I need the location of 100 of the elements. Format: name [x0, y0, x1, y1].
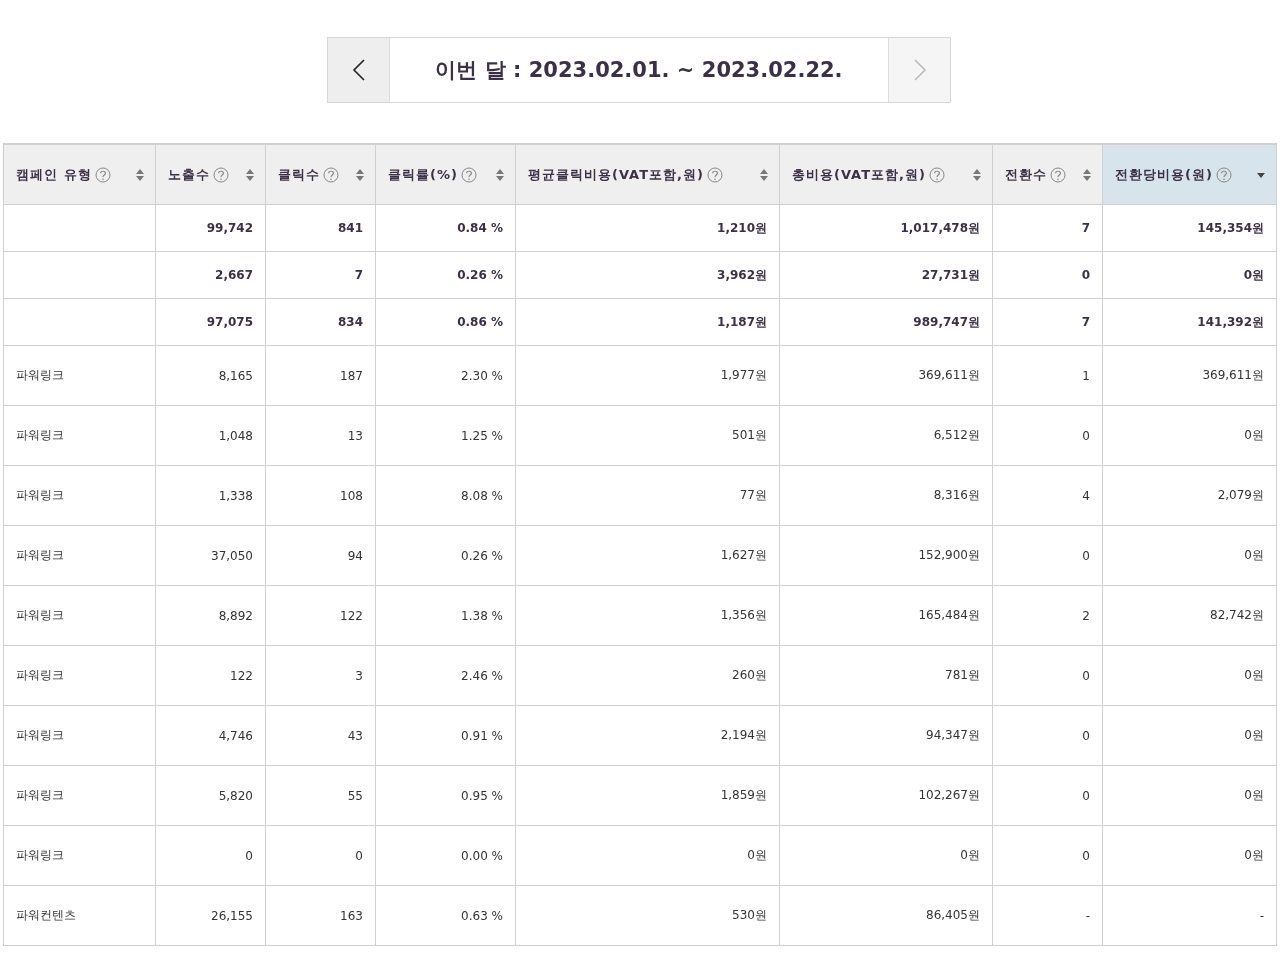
table-cell: 2,079원 — [1217, 488, 1264, 502]
table-cell: 0.26 % — [457, 268, 503, 282]
column-title: 평균클릭비용(VAT포함,원) — [528, 165, 704, 184]
table-cell: 163 — [340, 908, 363, 923]
table-cell: 0원 — [1244, 788, 1264, 802]
table-cell: 27,731원 — [921, 267, 980, 282]
sort-icon[interactable] — [135, 167, 145, 182]
table-cell: 122 — [230, 668, 253, 683]
column-title: 노출수 — [168, 165, 210, 184]
sort-icon[interactable] — [759, 167, 769, 182]
table-cell: 141,392원 — [1197, 314, 1264, 329]
table-cell: 187 — [340, 368, 363, 383]
column-header[interactable]: 전환당비용(원) — [1102, 144, 1277, 205]
table-cell: 0원 — [960, 848, 980, 862]
table-cell: 0.26 % — [461, 548, 503, 563]
table-cell: 43 — [347, 728, 363, 743]
table-cell: 152,900원 — [918, 548, 980, 562]
table-cell: 0.00 % — [461, 848, 503, 863]
table-cell: 260원 — [732, 668, 767, 682]
table-cell: 369,611원 — [918, 368, 980, 382]
table-cell: 1,977원 — [720, 368, 767, 382]
sort-icon[interactable] — [495, 167, 505, 182]
table-cell: 0원 — [1243, 267, 1264, 282]
table-cell: 1.38 % — [461, 608, 503, 623]
table-cell: 841 — [337, 221, 363, 235]
table-cell: 2,667 — [215, 268, 253, 282]
table-cell: 파워컨텐츠 — [16, 908, 76, 922]
table-cell: - — [1259, 908, 1264, 923]
column-title: 전환수 — [1005, 165, 1047, 184]
table-cell: 0 — [1081, 268, 1090, 282]
column-title: 전환당비용(원) — [1115, 165, 1213, 184]
table-cell: 파워링크 — [16, 608, 64, 622]
help-icon[interactable] — [460, 166, 477, 183]
table-cell: 1,356원 — [720, 608, 767, 622]
table-cell: 파워링크 — [16, 548, 64, 562]
column-title: 캠페인 유형 — [16, 165, 92, 184]
table-cell: 108 — [340, 488, 363, 503]
table-cell: 13 — [347, 428, 363, 443]
table-cell: 7 — [1081, 315, 1090, 329]
help-icon[interactable] — [94, 166, 111, 183]
chevron-right-icon — [912, 58, 927, 82]
help-icon[interactable] — [928, 166, 945, 183]
table-cell: 0.91 % — [461, 728, 503, 743]
table-cell: 0.86 % — [457, 315, 503, 329]
table-cell: 77원 — [739, 488, 767, 502]
table-cell: 파워링크 — [16, 668, 64, 682]
help-icon[interactable] — [323, 166, 339, 183]
column-title: 총비용(VAT포함,원) — [792, 165, 926, 184]
table-cell: 94,347원 — [926, 728, 980, 742]
column-header[interactable]: 평균클릭비용(VAT포함,원) — [515, 144, 780, 205]
table-cell: 4,746 — [218, 728, 253, 743]
column-header[interactable]: 클릭수 — [265, 144, 376, 205]
table-cell: 2.46 % — [461, 668, 503, 683]
table-cell: 369,611원 — [1202, 368, 1264, 382]
sort-icon[interactable] — [355, 167, 365, 182]
table-cell: 145,354원 — [1197, 220, 1264, 235]
table-cell: 122 — [340, 608, 363, 623]
help-icon[interactable] — [706, 166, 723, 183]
table-cell: 0 — [245, 848, 253, 863]
table-cell: 94 — [347, 548, 363, 563]
table-cell: 97,075 — [206, 315, 253, 329]
table-cell: 4 — [1082, 488, 1090, 503]
table-cell: 1,017,478원 — [900, 220, 980, 235]
table-cell: 7 — [354, 268, 363, 282]
column-header[interactable]: 전환수 — [992, 144, 1103, 205]
table-cell: 82,742원 — [1210, 608, 1264, 622]
table-cell: 37,050 — [211, 548, 253, 563]
column-header[interactable]: 캠페인 유형 — [3, 144, 156, 205]
sort-icon[interactable] — [1082, 167, 1092, 182]
table-cell: 파워링크 — [16, 368, 64, 382]
table-cell: 0.84 % — [457, 221, 503, 235]
column-header[interactable]: 노출수 — [155, 144, 266, 205]
table-cell: 86,405원 — [926, 908, 980, 922]
table-cell: 0 — [355, 848, 363, 863]
sort-icon[interactable] — [245, 167, 255, 182]
column-header[interactable]: 클릭률(%) — [375, 144, 516, 205]
help-icon[interactable] — [1050, 166, 1066, 183]
table-cell: 6,512원 — [933, 428, 980, 442]
table-cell: 0원 — [1244, 728, 1264, 742]
table-cell: 165,484원 — [918, 608, 980, 622]
sort-icon[interactable] — [972, 167, 982, 182]
table-cell: 0원 — [747, 848, 767, 862]
table-cell: 8,892 — [218, 608, 253, 623]
table-cell: 5,820 — [218, 788, 253, 803]
table-cell: 8,165 — [218, 368, 253, 383]
table-cell: 0 — [1082, 848, 1090, 863]
table-cell: 781원 — [945, 668, 980, 682]
table-cell: 2,194원 — [720, 728, 767, 742]
table-cell: 501원 — [732, 428, 767, 442]
help-icon[interactable] — [213, 166, 229, 183]
table-cell: 0 — [1082, 428, 1090, 443]
table-cell: 0원 — [1244, 428, 1264, 442]
table-cell: 0원 — [1244, 668, 1264, 682]
column-header[interactable]: 총비용(VAT포함,원) — [779, 144, 993, 205]
table-cell: 1.25 % — [461, 428, 503, 443]
table-cell: 8.08 % — [461, 488, 503, 503]
table-cell: 1,338 — [218, 488, 253, 503]
table-cell: 파워링크 — [16, 788, 64, 802]
table-cell: 0.63 % — [461, 908, 503, 923]
help-icon[interactable] — [1215, 166, 1232, 183]
